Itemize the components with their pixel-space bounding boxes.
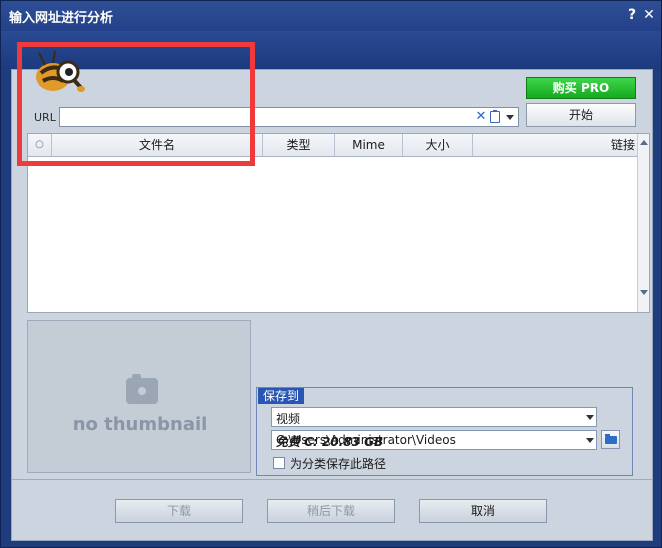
category-value: 视频 — [276, 412, 301, 426]
logo-ant-magnifier-icon — [31, 45, 91, 101]
start-button[interactable]: 开始 — [526, 103, 636, 127]
window-title: 输入网址进行分析 — [9, 11, 114, 26]
file-list[interactable]: ○ 文件名 类型 Mime 大小 链接 — [27, 133, 650, 313]
column-filename[interactable]: 文件名 — [52, 134, 263, 156]
analyze-url-dialog: 输入网址进行分析 ? ✕ 购买 PRO 开始 URL ✕ ○ 文件名 类型 Mi… — [0, 0, 662, 548]
free-space-label: 免费 C: 20.83 GB — [276, 435, 384, 449]
camera-icon — [126, 374, 158, 404]
column-select[interactable]: ○ — [28, 134, 52, 156]
url-field: ✕ — [59, 107, 519, 127]
title-bar[interactable]: 输入网址进行分析 ? ✕ — [1, 1, 661, 31]
header-band — [1, 31, 661, 69]
category-select[interactable]: 视频 — [271, 407, 597, 427]
buy-pro-button[interactable]: 购买 PRO — [526, 77, 636, 99]
column-link[interactable]: 链接 — [473, 134, 637, 156]
download-button[interactable]: 下载 — [115, 499, 243, 523]
column-type[interactable]: 类型 — [263, 134, 335, 156]
save-to-title: 保存到 — [258, 388, 305, 404]
browse-folder-button[interactable] — [601, 430, 620, 449]
divider — [12, 479, 652, 480]
help-button[interactable]: ? — [624, 6, 640, 24]
file-list-scrollbar[interactable] — [637, 134, 649, 312]
column-size[interactable]: 大小 — [403, 134, 473, 156]
save-path-select[interactable]: C:\Users\Administrator\Videos 免费 C: 20.8… — [271, 430, 597, 450]
paste-icon[interactable] — [490, 110, 500, 123]
close-button[interactable]: ✕ — [641, 6, 657, 24]
url-input[interactable] — [62, 109, 472, 125]
thumbnail-panel: no thumbnail — [27, 320, 251, 473]
scroll-up-icon[interactable] — [640, 140, 648, 145]
chevron-down-icon — [586, 438, 594, 443]
url-history-dropdown-icon[interactable] — [506, 115, 514, 120]
chevron-down-icon — [586, 415, 594, 420]
file-list-header: ○ 文件名 类型 Mime 大小 链接 — [28, 134, 637, 157]
save-path-checkbox-label: 为分类保存此路径 — [290, 457, 387, 471]
cancel-button[interactable]: 取消 — [419, 499, 547, 523]
clear-icon[interactable]: ✕ — [474, 109, 488, 125]
scroll-down-icon[interactable] — [640, 290, 648, 295]
url-label: URL — [34, 111, 56, 124]
no-thumbnail-text: no thumbnail — [72, 414, 208, 435]
column-mime[interactable]: Mime — [335, 134, 403, 156]
download-later-button[interactable]: 稍后下载 — [267, 499, 395, 523]
folder-icon — [605, 434, 617, 444]
save-path-checkbox[interactable] — [273, 457, 285, 469]
